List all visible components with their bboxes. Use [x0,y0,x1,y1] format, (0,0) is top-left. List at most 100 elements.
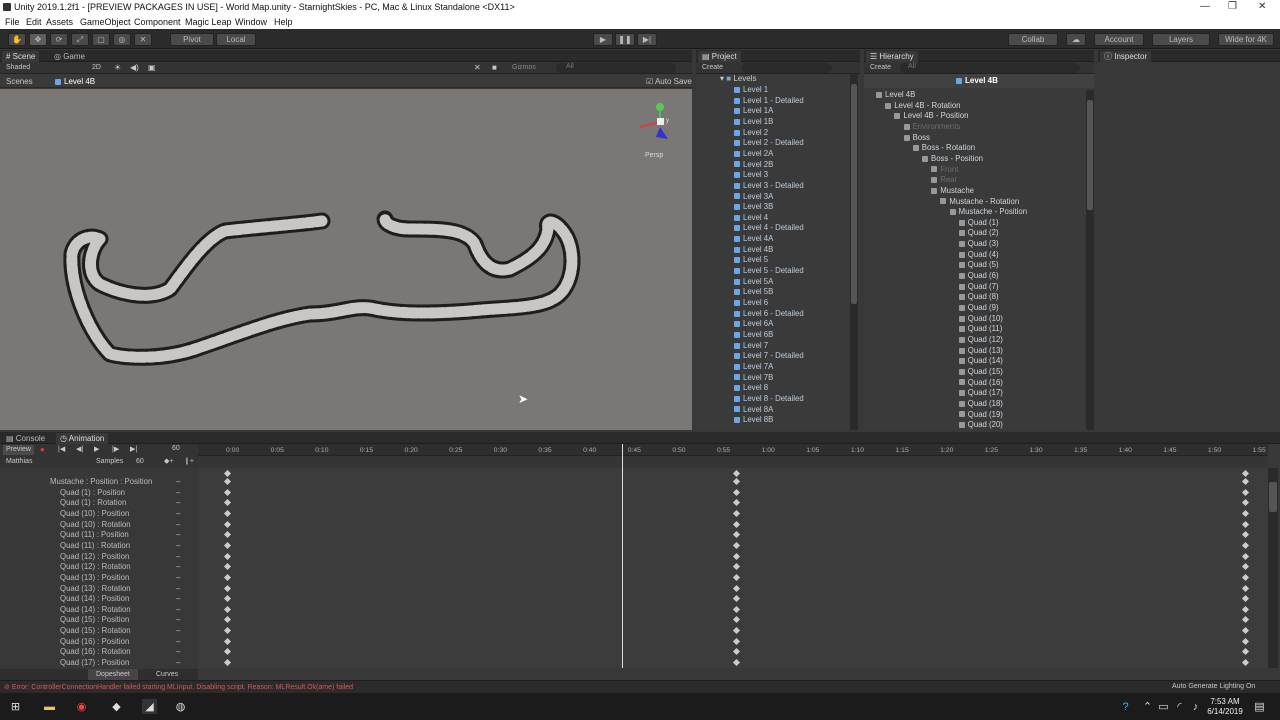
gizmos-dropdown[interactable]: Gizmos [512,64,536,71]
track-options-icon[interactable]: – [176,647,180,658]
project-item[interactable]: Level 7 [734,341,768,352]
keyframe[interactable] [732,605,741,613]
project-item[interactable]: Level 3 - Detailed [734,181,804,192]
custom-tool-icon[interactable]: ✕ [134,33,152,46]
transform-tool-icon[interactable]: ◎ [113,33,131,46]
frame-field[interactable]: 60 [172,445,180,452]
keyframe[interactable] [1241,509,1250,517]
menu-gameobject[interactable]: GameObject [80,17,131,27]
keyframe[interactable] [223,648,232,656]
keyframe[interactable] [732,616,741,624]
levels-folder[interactable]: ▾ ■ Levels [720,74,756,83]
hierarchy-item[interactable]: Quad (3) [958,239,999,250]
samples-field[interactable]: 60 [136,458,144,465]
hierarchy-item[interactable]: Quad (19) [958,410,1003,421]
project-item[interactable]: Level 3 [734,170,768,181]
orientation-gizmo-icon[interactable]: y [630,97,680,157]
project-search-input[interactable] [742,63,832,73]
keyframe[interactable] [732,531,741,539]
hierarchy-item[interactable]: Mustache - Rotation [940,197,1019,208]
hierarchy-item[interactable]: Mustache - Position [949,207,1027,218]
project-item[interactable]: Level 2B [734,160,773,171]
shading-dropdown[interactable]: Shaded [6,64,30,71]
project-create-dropdown[interactable]: Create [702,64,723,71]
hierarchy-item[interactable]: Quad (5) [958,260,999,271]
preview-button[interactable]: Preview [3,445,34,455]
project-item[interactable]: Level 1 - Detailed [734,96,804,107]
hierarchy-item[interactable]: Level 4B [876,90,915,101]
clock-time[interactable]: 7:53 AM [1207,697,1243,706]
hierarchy-item[interactable]: Quad (15) [958,367,1003,378]
keyframe[interactable] [223,616,232,624]
keyframe[interactable] [1241,563,1250,571]
project-item[interactable]: Level 4A [734,234,773,245]
keyframe[interactable] [223,595,232,603]
pause-button[interactable]: ❚❚ [615,33,635,46]
animation-track[interactable]: Quad (16) : Rotation – [0,647,185,658]
unity-editor-icon[interactable]: ◢ [142,699,157,714]
step-button[interactable]: ▶| [637,33,657,46]
close-icon[interactable]: ✕ [1258,1,1266,12]
keyframe[interactable] [732,520,741,528]
animation-track[interactable]: Quad (14) : Rotation – [0,605,185,616]
account-dropdown[interactable]: Account [1094,33,1144,46]
hierarchy-item[interactable]: Quad (1) [958,218,999,229]
hierarchy-item[interactable]: Quad (12) [958,335,1003,346]
scene-viewport[interactable]: y Persp ➤ [0,89,692,430]
hierarchy-item[interactable]: Quad (16) [958,378,1003,389]
windows-start-icon[interactable]: ⊞ [8,699,23,714]
project-item[interactable]: Level 5 - Detailed [734,266,804,277]
project-item[interactable]: Level 2 [734,128,768,139]
keyframe[interactable] [732,509,741,517]
keyframe[interactable] [732,627,741,635]
hierarchy-item[interactable]: Level 4B - Rotation [885,101,961,112]
project-item[interactable]: Level 4 - Detailed [734,223,804,234]
keyframe[interactable] [223,627,232,635]
project-item[interactable]: Level 6A [734,319,773,330]
keyframe[interactable] [1241,637,1250,645]
track-options-icon[interactable]: – [176,552,180,563]
help-icon[interactable]: ? [1118,699,1133,714]
timeline-ruler[interactable]: 0:00 0:05 0:10 0:15 0:20 0:25 0:30 0:35 0:40 0:45… [198,444,1268,456]
keyframe[interactable] [223,584,232,592]
unity-hub-icon[interactable]: ◆ [109,699,124,714]
track-options-icon[interactable]: – [176,573,180,584]
next-key-icon[interactable]: |▶ [112,445,119,453]
hierarchy-item[interactable]: Quad (17) [958,388,1003,399]
hierarchy-item[interactable]: Front [931,165,958,176]
track-options-icon[interactable]: – [176,605,180,616]
autosave-toggle[interactable]: ☑ Auto Save [646,77,692,86]
menu-component[interactable]: Component [134,17,181,27]
track-options-icon[interactable]: – [176,658,180,669]
keyframe[interactable] [1241,595,1250,603]
hierarchy-item[interactable]: Boss - Position [922,154,983,165]
hierarchy-item[interactable]: Quad (4) [958,250,999,261]
track-options-icon[interactable]: – [176,615,180,626]
track-options-icon[interactable]: – [176,594,180,605]
hand-tool-icon[interactable]: ✋ [8,33,26,46]
keyframe[interactable] [1241,584,1250,592]
hierarchy-item[interactable]: Quad (9) [958,303,999,314]
last-key-icon[interactable]: ▶| [130,445,137,453]
keyframe[interactable] [732,469,741,478]
battery-icon[interactable]: ▭ [1156,699,1171,714]
keyframe[interactable] [223,605,232,613]
hierarchy-item[interactable]: Quad (13) [958,346,1003,357]
keyframe[interactable] [732,552,741,560]
hierarchy-item[interactable]: Quad (18) [958,399,1003,410]
network-icon[interactable]: ◜ [1172,699,1187,714]
keyframe[interactable] [223,488,232,496]
project-item[interactable]: Level 1 [734,85,768,96]
project-item[interactable]: Level 6 - Detailed [734,309,804,320]
tray-chevron-icon[interactable]: ⌃ [1140,699,1155,714]
keyframe[interactable] [223,509,232,517]
project-item[interactable]: Level 8B [734,415,773,426]
add-event-icon[interactable]: ❙+ [184,457,194,465]
volume-icon[interactable]: ♪ [1188,699,1203,714]
keyframe[interactable] [1241,659,1250,667]
keyframe[interactable] [732,573,741,581]
track-options-icon[interactable]: – [176,584,180,595]
scene-search-input[interactable]: All [556,63,676,73]
keyframe[interactable] [1241,627,1250,635]
animation-track[interactable]: Quad (11) : Position – [0,530,185,541]
